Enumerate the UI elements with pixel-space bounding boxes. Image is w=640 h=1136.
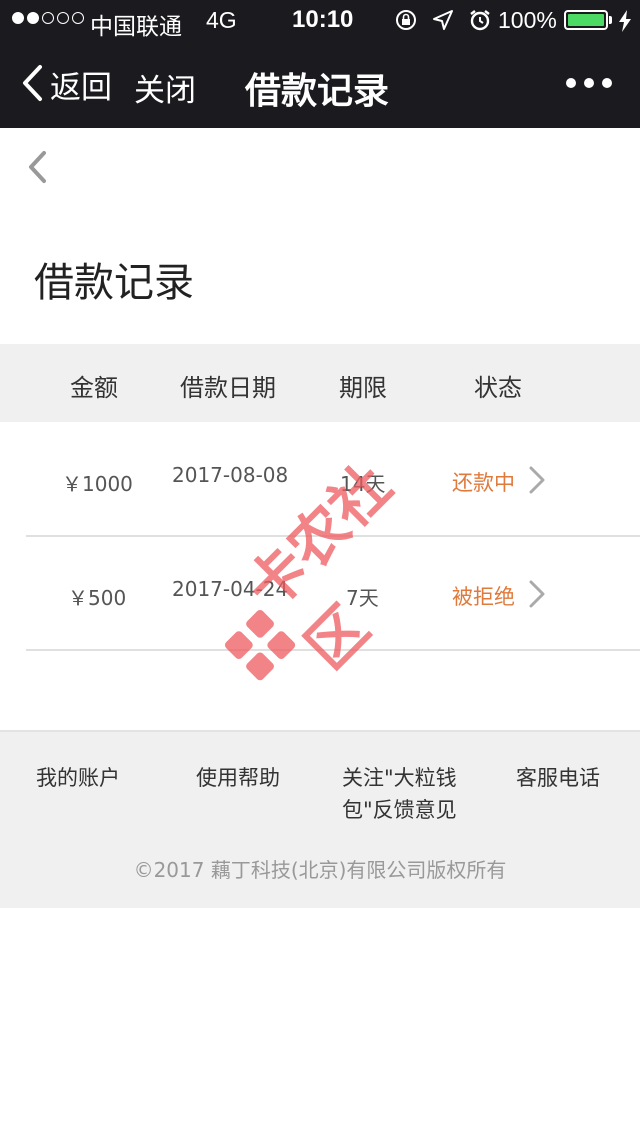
battery-level bbox=[568, 14, 604, 26]
alarm-icon bbox=[468, 8, 492, 37]
chevron-right-icon bbox=[528, 580, 546, 612]
row-term: 14天 bbox=[340, 472, 386, 496]
footer-link-my-account[interactable]: 我的账户 bbox=[36, 762, 120, 794]
footer-link-customer-service-phone[interactable]: 客服电话 bbox=[516, 762, 600, 794]
battery-icon bbox=[564, 10, 608, 30]
signal-dot bbox=[72, 12, 84, 24]
table-row[interactable]: ￥500 2017-04-24 7天 被拒绝 bbox=[26, 536, 640, 651]
more-dot-icon bbox=[602, 78, 612, 88]
row-amount: ￥500 bbox=[68, 586, 127, 610]
row-amount: ￥1000 bbox=[62, 472, 133, 496]
status-time: 10:10 bbox=[292, 6, 354, 33]
footer-link-follow-feedback[interactable]: 关注"大粒钱 包"反馈意见 bbox=[342, 762, 457, 826]
charging-icon bbox=[618, 10, 632, 37]
footer-link-label: 使用帮助 bbox=[196, 766, 280, 790]
signal-strength-indicator bbox=[12, 12, 84, 24]
more-dot-icon bbox=[584, 78, 594, 88]
table-row[interactable]: ￥1000 2017-08-08 14天 还款中 bbox=[26, 422, 640, 537]
page-back-button[interactable] bbox=[26, 150, 48, 188]
column-header-amount: 金额 bbox=[70, 374, 118, 402]
nav-title: 借款记录 bbox=[244, 71, 389, 112]
signal-dot bbox=[12, 12, 24, 24]
more-dot-icon bbox=[566, 78, 576, 88]
signal-dot bbox=[27, 12, 39, 24]
location-icon bbox=[432, 9, 454, 36]
footer-link-label: 我的账户 bbox=[36, 766, 120, 790]
signal-dot bbox=[42, 12, 54, 24]
row-status: 还款中 bbox=[452, 471, 515, 495]
footer: 我的账户 使用帮助 关注"大粒钱 包"反馈意见 客服电话 ©2017 藕丁科技(… bbox=[0, 730, 640, 908]
battery-percentage: 100% bbox=[498, 7, 557, 33]
footer-link-label: 客服电话 bbox=[516, 766, 600, 790]
status-icons bbox=[394, 8, 492, 37]
column-header-term: 期限 bbox=[339, 374, 387, 402]
signal-dot bbox=[57, 12, 69, 24]
column-header-status: 状态 bbox=[474, 374, 522, 402]
nav-bar: 返回 关闭 借款记录 bbox=[0, 40, 640, 128]
row-status: 被拒绝 bbox=[452, 585, 515, 609]
carrier-name: 中国联通 bbox=[90, 13, 182, 39]
orientation-lock-icon bbox=[394, 8, 418, 37]
row-date: 2017-04-24 bbox=[172, 577, 289, 601]
footer-link-help[interactable]: 使用帮助 bbox=[196, 762, 280, 794]
battery-tip bbox=[609, 16, 612, 24]
column-header-date: 借款日期 bbox=[180, 374, 276, 402]
footer-link-label: 关注"大粒钱 bbox=[342, 766, 457, 790]
row-term: 7天 bbox=[346, 586, 379, 610]
table-header: 金额 借款日期 期限 状态 bbox=[0, 344, 640, 422]
page-title: 借款记录 bbox=[34, 260, 194, 306]
status-bar: 中国联通 4G 10:10 100% bbox=[0, 0, 640, 40]
chevron-left-icon bbox=[29, 151, 46, 183]
network-type: 4G bbox=[206, 7, 237, 33]
copyright-text: ©2017 藕丁科技(北京)有限公司版权所有 bbox=[133, 858, 507, 882]
chevron-right-icon bbox=[528, 466, 546, 498]
footer-link-label: 包"反馈意见 bbox=[342, 798, 457, 822]
more-options-button[interactable] bbox=[566, 78, 612, 88]
row-date: 2017-08-08 bbox=[172, 463, 289, 487]
